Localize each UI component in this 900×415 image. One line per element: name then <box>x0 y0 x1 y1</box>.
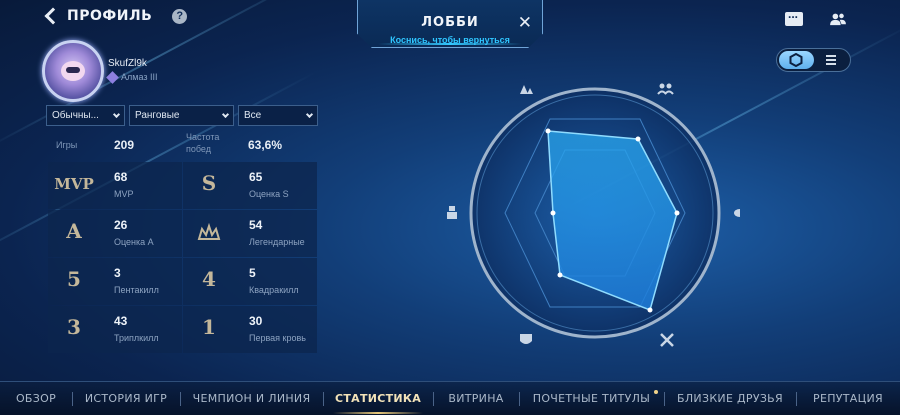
chevron-left-icon <box>44 7 62 25</box>
filters: Обычны... Ранговые Все <box>46 105 318 126</box>
filter-queue-ranked[interactable]: Ранговые <box>129 105 234 126</box>
back-button[interactable]: ПРОФИЛЬ ? <box>44 7 188 25</box>
vision-axis-icon[interactable] <box>520 334 532 344</box>
list-view-button[interactable] <box>814 51 849 69</box>
close-icon[interactable]: ✕ <box>518 13 532 33</box>
avatar[interactable] <box>42 40 104 102</box>
summary-row: Игры 209 Частота побед 63,6% <box>48 131 316 161</box>
filter-label: Все <box>244 110 262 121</box>
winrate-label: Частота побед <box>186 132 220 154</box>
notification-dot <box>654 390 658 394</box>
quadrakill-icon: 4 <box>202 267 216 291</box>
friends-icon[interactable] <box>829 12 847 26</box>
stat-s-grade: S 65 Оценка S <box>183 162 317 209</box>
filter-label: Ранговые <box>135 110 180 121</box>
tab-label: ЧЕМПИОН И ЛИНИЯ <box>192 392 311 405</box>
stat-label: Оценка A <box>114 237 154 247</box>
chevron-down-icon <box>221 110 230 118</box>
tab-close-friends[interactable]: БЛИЗКИЕ ДРУЗЬЯ <box>664 382 796 415</box>
stat-value: 3 <box>114 266 121 280</box>
lobby-return-button[interactable]: ЛОББИ ✕ Коснись, чтобы вернуться <box>357 0 543 48</box>
lobby-glow <box>378 43 522 45</box>
lobby-title: ЛОББИ <box>421 15 479 30</box>
legendary-crown-icon <box>197 223 221 240</box>
view-toggle[interactable] <box>776 48 851 72</box>
first-blood-icon: 1 <box>202 315 216 339</box>
stat-a-grade: A 26 Оценка A <box>48 210 182 257</box>
radar-chart <box>447 83 740 347</box>
rank-emblem-icon <box>106 70 119 84</box>
stat-quadrakill: 4 5 Квадракилл <box>183 258 317 305</box>
stats-grid: MVP 68 MVP S 65 Оценка S A 26 Оценка A 5… <box>48 162 317 353</box>
tab-statistics[interactable]: СТАТИСТИКА <box>323 382 433 415</box>
stat-label: MVP <box>114 189 134 199</box>
tab-label: СТАТИСТИКА <box>334 392 422 405</box>
tab-label: ВИТРИНА <box>448 392 504 405</box>
tab-label: РЕПУТАЦИЯ <box>813 392 883 405</box>
games-value: 209 <box>114 138 135 152</box>
kda-axis-icon[interactable] <box>447 206 457 219</box>
teamfight-axis-icon[interactable] <box>657 83 674 95</box>
games-label: Игры <box>56 140 78 150</box>
tab-reputation[interactable]: РЕПУТАЦИЯ <box>796 382 900 415</box>
radar-point <box>647 307 653 313</box>
radar-point <box>557 272 563 278</box>
triplekill-icon: 3 <box>67 315 81 339</box>
s-grade-icon: S <box>201 171 217 195</box>
damage-axis-icon[interactable] <box>734 209 740 217</box>
bottom-nav: ОБЗОР ИСТОРИЯ ИГР ЧЕМПИОН И ЛИНИЯ СТАТИС… <box>0 381 900 415</box>
stat-value: 26 <box>114 218 128 232</box>
stat-value: 68 <box>114 170 128 184</box>
help-icon[interactable]: ? <box>172 8 188 24</box>
list-icon <box>825 55 836 57</box>
chat-icon[interactable] <box>785 7 803 26</box>
survival-axis-icon[interactable] <box>660 333 674 347</box>
tab-champion-lane[interactable]: ЧЕМПИОН И ЛИНИЯ <box>180 382 323 415</box>
stat-label: Оценка S <box>249 189 289 199</box>
tab-label: ПОЧЕТНЫЕ ТИТУЛЫ <box>532 392 651 405</box>
stat-first-blood: 1 30 Первая кровь <box>183 306 317 353</box>
stat-value: 43 <box>114 314 128 328</box>
tab-label: ОБЗОР <box>15 392 57 405</box>
rank: Алмаз III <box>106 70 158 84</box>
tab-showcase[interactable]: ВИТРИНА <box>433 382 519 415</box>
page-title: ПРОФИЛЬ <box>67 8 153 24</box>
stat-pentakill: 5 3 Пентакилл <box>48 258 182 305</box>
radar-point <box>550 210 556 216</box>
stat-value: 54 <box>249 218 263 232</box>
tab-match-history[interactable]: ИСТОРИЯ ИГР <box>72 382 180 415</box>
stat-label: Пентакилл <box>114 285 159 295</box>
hexagon-icon <box>789 53 803 67</box>
tab-label: БЛИЗКИЕ ДРУЗЬЯ <box>677 392 783 405</box>
stat-label: Первая кровь <box>249 333 306 343</box>
stat-value: 65 <box>249 170 263 184</box>
a-grade-icon: A <box>66 219 82 243</box>
radar-point <box>674 210 680 216</box>
radar-point <box>635 136 641 142</box>
tab-honor-titles[interactable]: ПОЧЕТНЫЕ ТИТУЛЫ <box>519 382 664 415</box>
tab-overview[interactable]: ОБЗОР <box>0 382 72 415</box>
chevron-down-icon <box>112 110 121 118</box>
tab-label: ИСТОРИЯ ИГР <box>84 392 168 405</box>
farm-axis-icon[interactable] <box>520 85 533 94</box>
stat-triplekill: 3 43 Триплкилл <box>48 306 182 353</box>
filter-label: Обычны... <box>52 110 99 121</box>
rank-label: Алмаз III <box>121 72 158 82</box>
stat-label: Квадракилл <box>249 285 299 295</box>
filter-queue-normal[interactable]: Обычны... <box>46 105 125 126</box>
radar-view-button[interactable] <box>779 51 814 69</box>
filter-role[interactable]: Все <box>238 105 318 126</box>
pentakill-icon: 5 <box>67 267 81 291</box>
username: SkufZl9k <box>108 58 147 69</box>
stat-label: Легендарные <box>249 237 305 247</box>
radar-point <box>545 128 551 134</box>
mvp-icon: MVP <box>54 175 94 193</box>
stat-value: 30 <box>249 314 263 328</box>
stat-label: Триплкилл <box>114 333 159 343</box>
stat-value: 5 <box>249 266 256 280</box>
stat-mvp: MVP 68 MVP <box>48 162 182 209</box>
winrate-value: 63,6% <box>248 138 283 152</box>
stat-legendary: 54 Легендарные <box>183 210 317 257</box>
chevron-down-icon <box>305 110 314 118</box>
